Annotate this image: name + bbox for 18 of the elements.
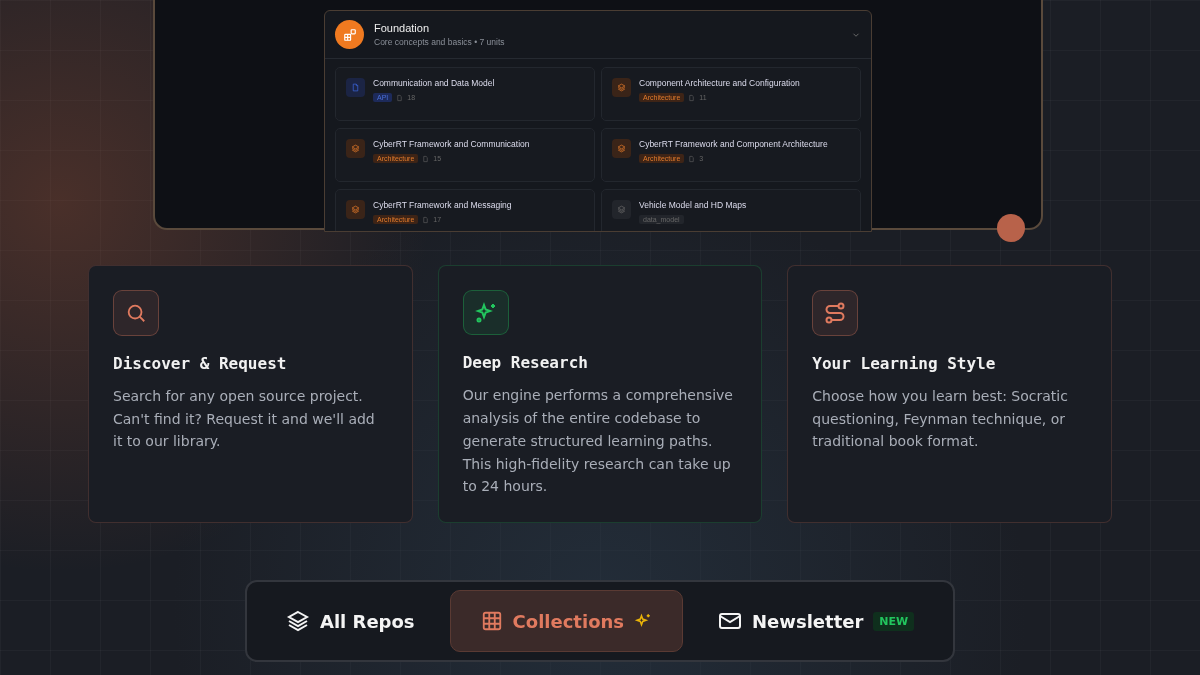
unit-title: CyberRT Framework and Component Architecture <box>639 139 828 149</box>
unit-title: Component Architecture and Configuration <box>639 78 800 88</box>
nav-tab[interactable]: All Repos <box>255 590 446 652</box>
feature-title: Your Learning Style <box>812 354 997 373</box>
module-subtitle: Core concepts and basics • 7 units <box>374 37 506 47</box>
feature-description: Our engine performs a comprehensive analysis of the entire codebase to generate structured learning paths. This high-fidelity research can take up to 24 hours. <box>462 386 734 497</box>
unit-title: CyberRT Framework and Messaging <box>373 200 512 210</box>
feature-description: Choose how you learn best: Socratic questioning, Feynman technique, or traditional book format. <box>812 387 1069 452</box>
unit-title: Vehicle Model and HD Maps <box>639 200 747 210</box>
unit-title: Communication and Data Model <box>373 78 495 88</box>
module-title: Foundation <box>374 22 431 34</box>
nav-tab[interactable]: Newsletter NEW <box>687 590 946 652</box>
feature-title: Deep Research <box>462 353 589 373</box>
unit-title: CyberRT Framework and Communication <box>373 139 530 149</box>
new-badge: NEW <box>873 611 915 631</box>
feature-description: Search for any open source project. Can't find it? Request it and we'll add it to our library. <box>113 387 376 452</box>
feature-title: Discover & Request <box>113 354 288 373</box>
nav-tab[interactable]: Collections <box>449 590 684 652</box>
